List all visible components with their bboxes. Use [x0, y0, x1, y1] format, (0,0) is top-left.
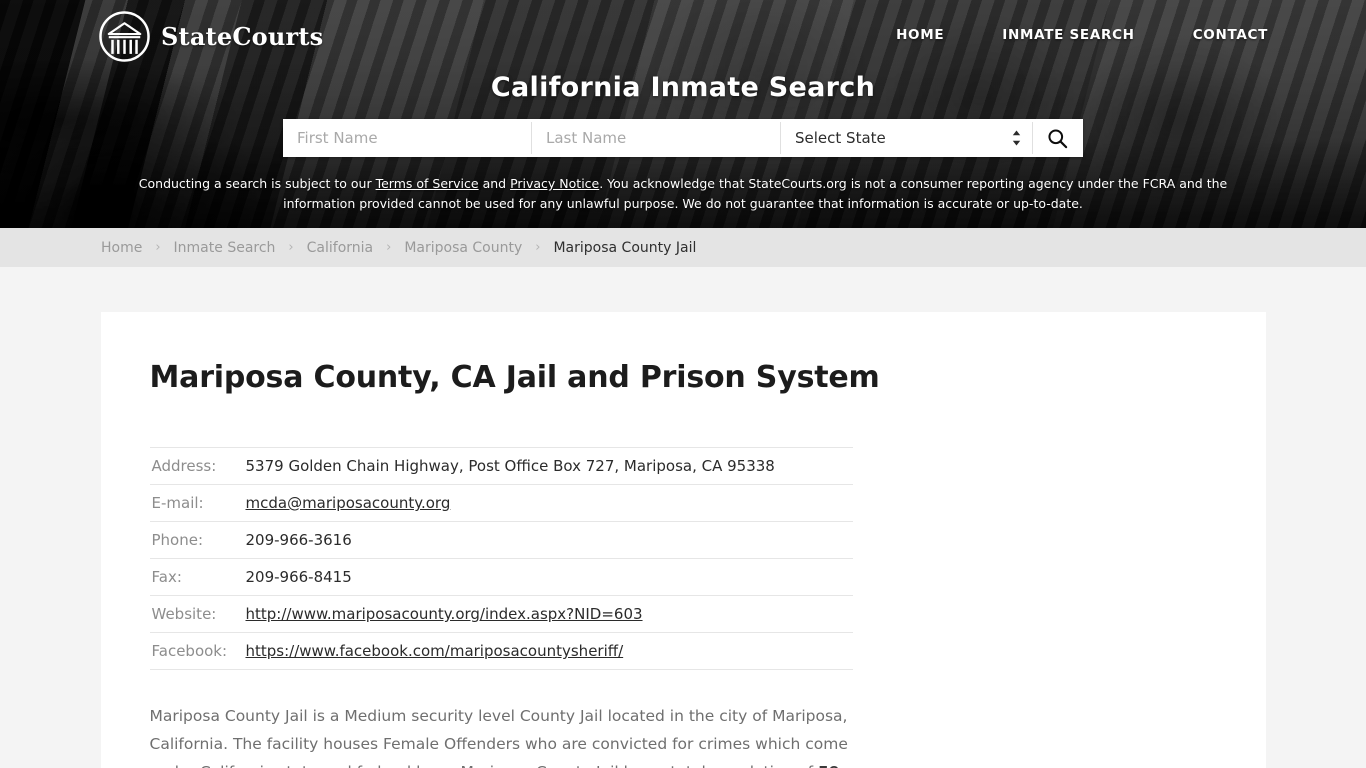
top-navigation: HOME INMATE SEARCH CONTACT [896, 27, 1268, 43]
hero-title: California Inmate Search [490, 72, 876, 103]
table-row: Fax: 209-966-8415 [149, 559, 853, 596]
terms-of-service-link[interactable]: Terms of Service [376, 176, 479, 191]
table-row: Phone: 209-966-3616 [149, 522, 853, 559]
disclaimer-part-1: Conducting a search is subject to our [138, 176, 376, 191]
breadcrumb-bar: Home › Inmate Search › California › Mari… [0, 228, 1366, 267]
row-value-website: http://www.mariposacounty.org/index.aspx… [246, 596, 853, 633]
privacy-notice-link[interactable]: Privacy Notice [510, 176, 599, 191]
table-row: Address: 5379 Golden Chain Highway, Post… [149, 447, 853, 485]
row-label-website: Website: [151, 605, 217, 623]
facility-details-table: Address: 5379 Golden Chain Highway, Post… [149, 447, 853, 670]
table-row: Website: http://www.mariposacounty.org/i… [149, 596, 853, 633]
row-label-address: Address: [151, 457, 217, 475]
row-value-address: 5379 Golden Chain Highway, Post Office B… [245, 457, 775, 475]
search-button[interactable] [1032, 122, 1082, 154]
facebook-link[interactable]: https://www.facebook.com/mariposacountys… [246, 642, 624, 660]
row-label-facebook: Facebook: [151, 642, 228, 660]
breadcrumb-separator-icon: › [288, 240, 294, 255]
nav-item-contact[interactable]: CONTACT [1193, 27, 1268, 43]
population-count: 59 [818, 763, 840, 768]
breadcrumb-item-current: Mariposa County Jail [553, 239, 697, 256]
state-select-wrapper: Select State [781, 119, 1032, 157]
first-name-input[interactable] [283, 119, 531, 157]
breadcrumb-separator-icon: › [386, 240, 392, 255]
breadcrumb-item-california[interactable]: California [307, 240, 373, 256]
breadcrumb-separator-icon: › [535, 240, 541, 255]
page-body: Mariposa County, CA Jail and Prison Syst… [0, 267, 1366, 768]
breadcrumb-item-inmate-search[interactable]: Inmate Search [174, 240, 276, 256]
state-select[interactable]: Select State [781, 119, 1032, 157]
search-disclaimer: Conducting a search is subject to our Te… [131, 174, 1235, 214]
table-row: E-mail: mcda@mariposacounty.org [149, 485, 853, 522]
row-value-phone: 209-966-3616 [245, 531, 352, 549]
table-row: Facebook: https://www.facebook.com/marip… [149, 633, 853, 670]
disclaimer-part-2: and [478, 176, 511, 191]
row-value-facebook: https://www.facebook.com/mariposacountys… [246, 633, 853, 670]
breadcrumb: Home › Inmate Search › California › Mari… [0, 240, 696, 256]
breadcrumb-item-mariposa-county[interactable]: Mariposa County [404, 240, 522, 256]
row-label-phone: Phone: [151, 531, 204, 549]
breadcrumb-item-home[interactable]: Home [101, 240, 142, 256]
nav-item-inmate-search[interactable]: INMATE SEARCH [1002, 27, 1134, 43]
row-label-email: E-mail: [151, 494, 204, 512]
courthouse-circle-logo-icon [99, 11, 150, 62]
email-link[interactable]: mcda@mariposacounty.org [246, 494, 451, 512]
row-value-email: mcda@mariposacounty.org [246, 485, 853, 522]
page-title: Mariposa County, CA Jail and Prison Syst… [149, 360, 880, 395]
facility-description: Mariposa County Jail is a Medium securit… [150, 702, 850, 768]
brand-logo[interactable]: StateCourts [98, 10, 323, 63]
row-value-fax: 209-966-8415 [245, 568, 352, 586]
magnifier-icon [1048, 128, 1068, 148]
site-header: StateCourts HOME INMATE SEARCH CONTACT C… [0, 0, 1366, 228]
nav-item-home[interactable]: HOME [896, 27, 944, 43]
description-part-1: Mariposa County Jail is a Medium securit… [149, 707, 848, 768]
content-card: Mariposa County, CA Jail and Prison Syst… [100, 312, 1266, 768]
inmate-search-form: Select State [283, 119, 1083, 157]
last-name-input[interactable] [532, 119, 780, 157]
website-link[interactable]: http://www.mariposacounty.org/index.aspx… [246, 605, 643, 623]
row-label-fax: Fax: [151, 568, 182, 586]
breadcrumb-separator-icon: › [155, 240, 161, 255]
brand-name: StateCourts [161, 22, 324, 51]
